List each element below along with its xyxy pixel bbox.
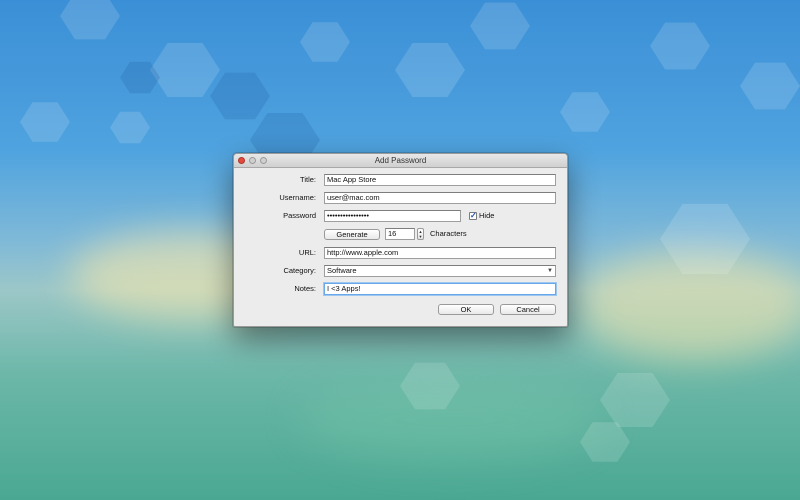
title-bar[interactable]: Add Password bbox=[234, 154, 567, 168]
ok-button[interactable]: OK bbox=[438, 304, 494, 315]
category-value: Software bbox=[327, 266, 357, 275]
dialog-title: Add Password bbox=[374, 156, 427, 165]
password-label: Password bbox=[283, 211, 316, 220]
category-select[interactable]: Software ▼ bbox=[324, 265, 556, 277]
length-field[interactable]: 16 bbox=[385, 228, 415, 240]
title-label: Title: bbox=[300, 175, 316, 184]
cancel-button[interactable]: Cancel bbox=[500, 304, 556, 315]
stepper-arrows-icon[interactable]: ▲ ▼ bbox=[417, 228, 424, 240]
url-label: URL: bbox=[298, 248, 316, 257]
category-label: Category: bbox=[283, 266, 316, 275]
url-field[interactable]: http://www.apple.com bbox=[324, 247, 556, 259]
hide-label: Hide bbox=[479, 211, 495, 220]
add-password-dialog: Add Password Title: Mac App Store Userna… bbox=[233, 153, 568, 327]
notes-label: Notes: bbox=[294, 284, 316, 293]
title-field[interactable]: Mac App Store bbox=[324, 174, 556, 186]
username-label: Username: bbox=[279, 193, 316, 202]
characters-label: Characters bbox=[430, 229, 467, 238]
notes-field[interactable]: I <3 Apps! bbox=[324, 283, 556, 295]
chevron-down-icon: ▼ bbox=[547, 268, 553, 274]
password-field[interactable]: •••••••••••••••• bbox=[324, 210, 461, 222]
hide-checkbox[interactable]: ✓ bbox=[469, 212, 477, 220]
username-field[interactable]: user@mac.com bbox=[324, 192, 556, 204]
generate-button[interactable]: Generate bbox=[324, 229, 380, 240]
checkmark-icon: ✓ bbox=[470, 211, 477, 220]
